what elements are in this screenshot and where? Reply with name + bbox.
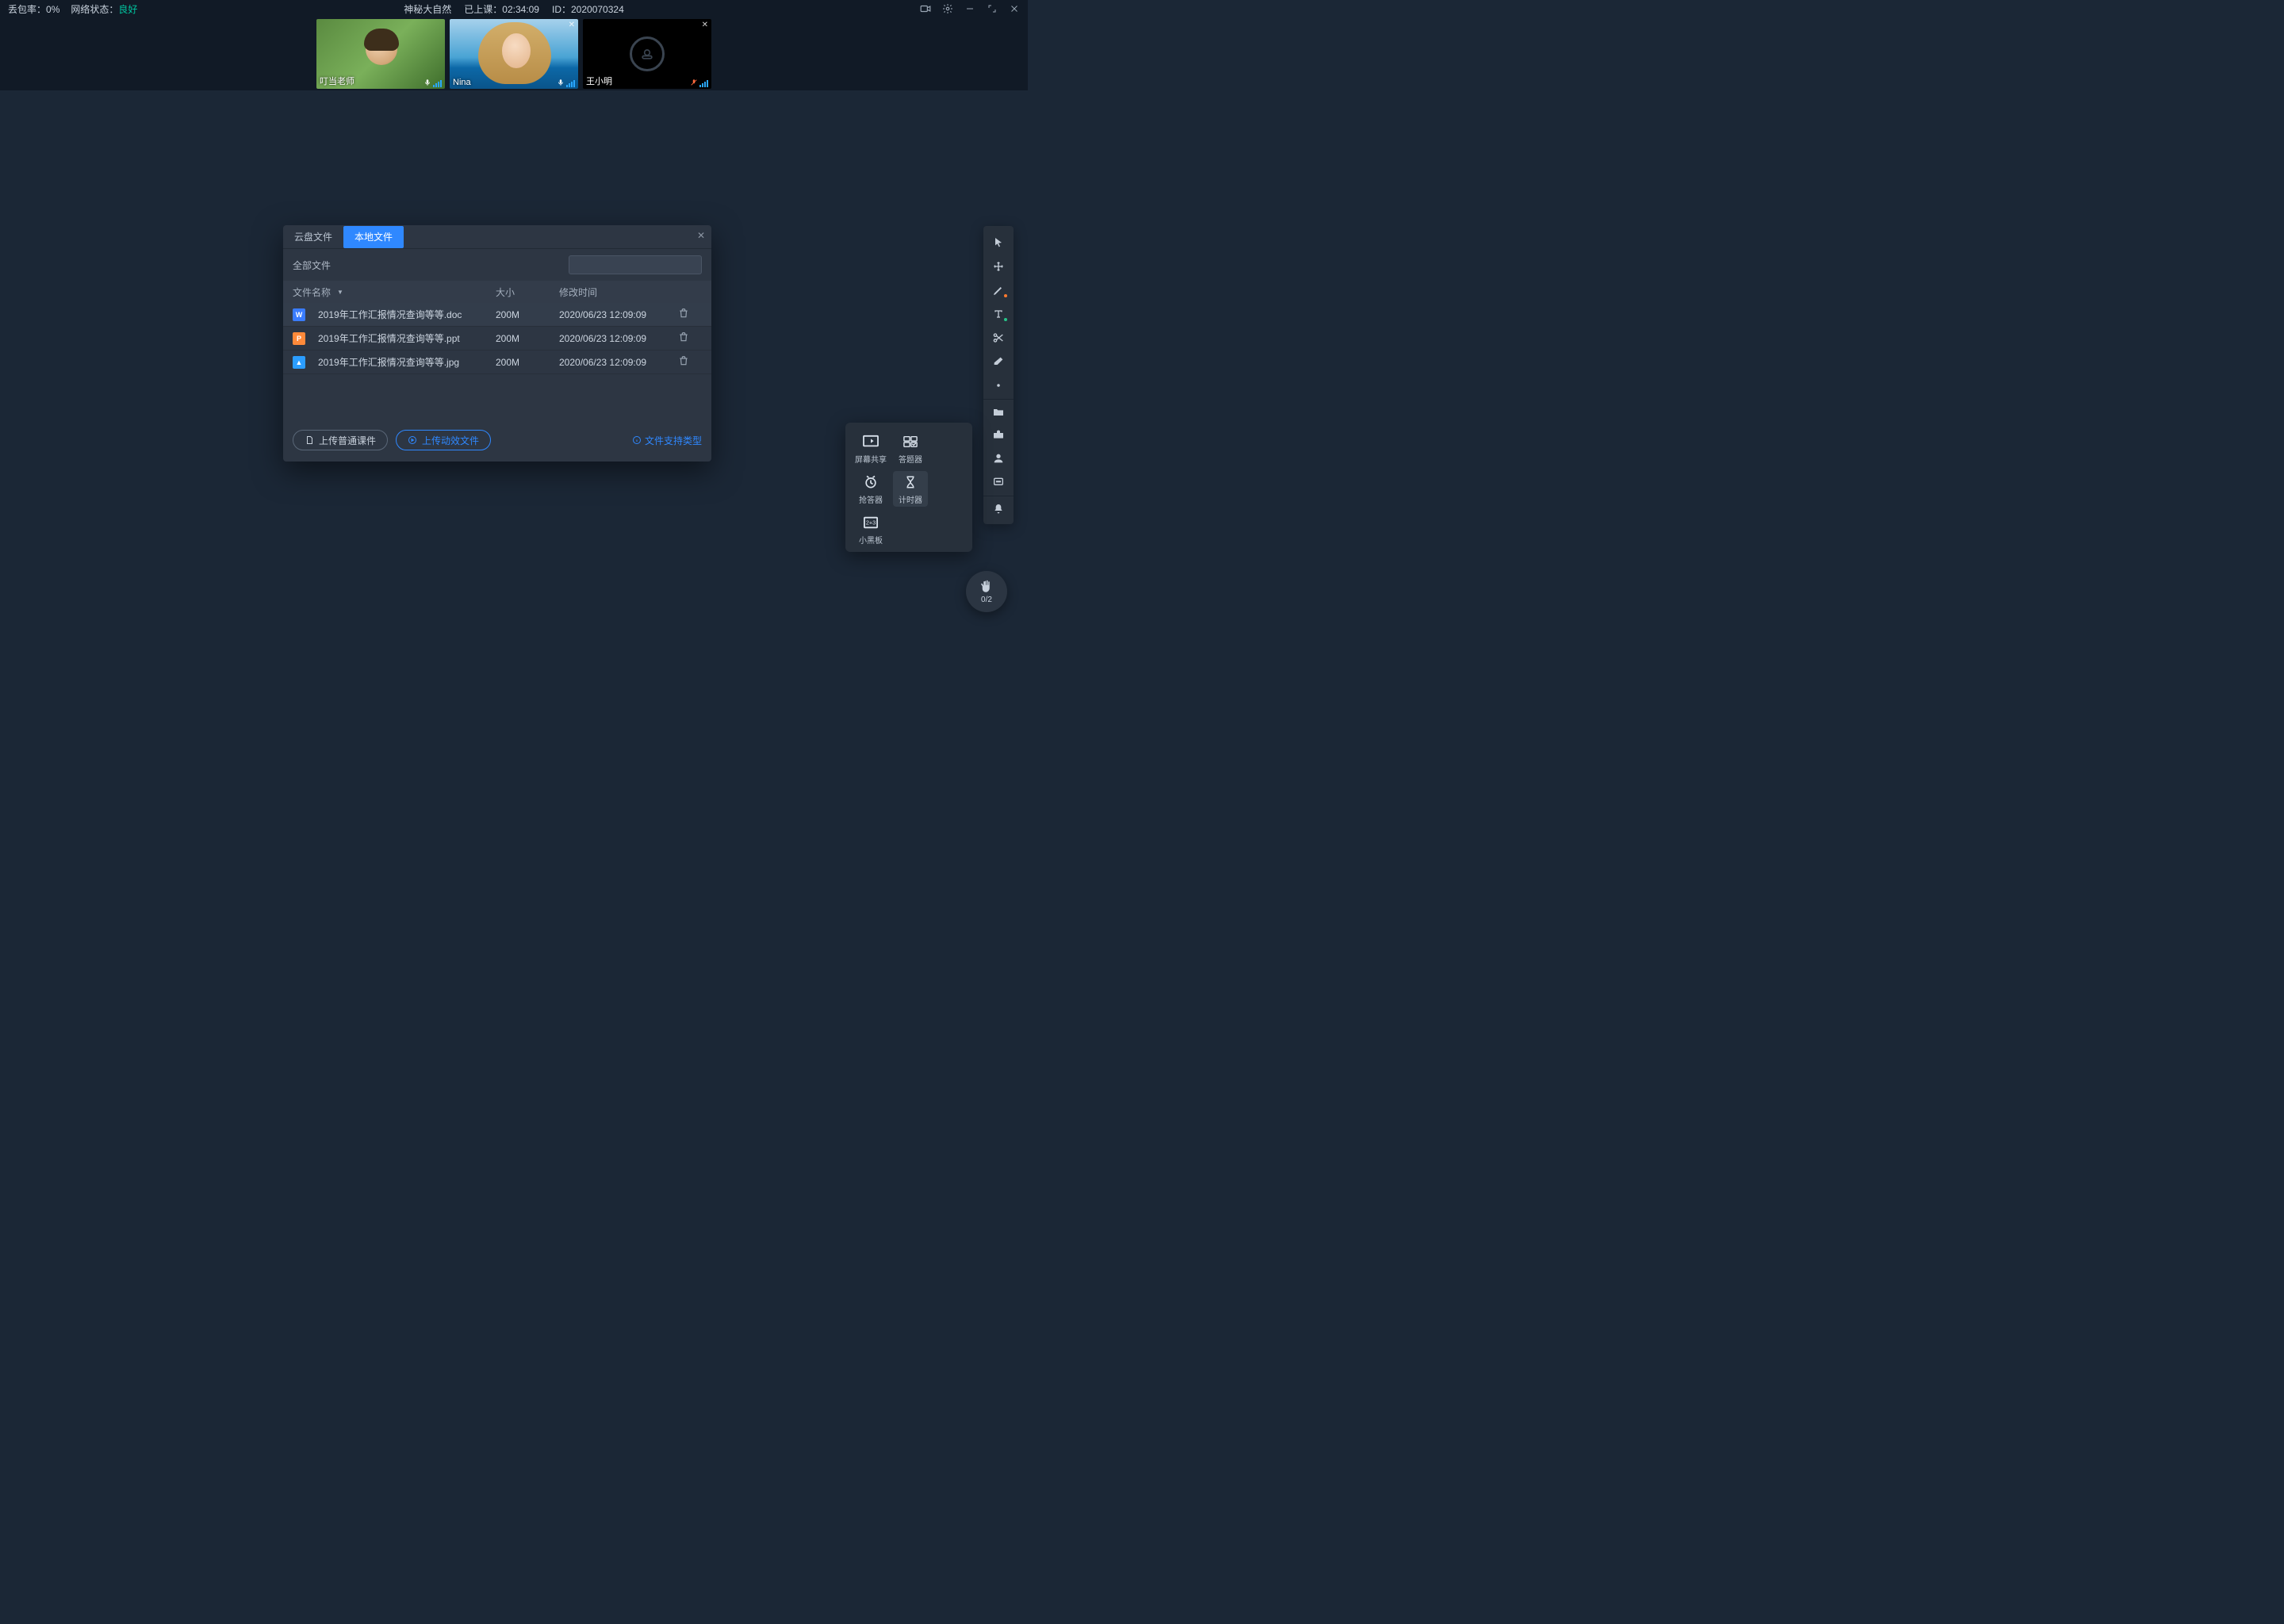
mic-status bbox=[557, 78, 575, 87]
move-tool[interactable] bbox=[987, 255, 1010, 278]
video-tile[interactable]: ✕ 王小明 bbox=[583, 19, 711, 89]
col-filename[interactable]: 文件名称▼ bbox=[293, 285, 496, 299]
video-strip: 叮当老师 ✕ Nina ✕ 王小明 bbox=[0, 17, 1028, 90]
tools-popup: 屏幕共享 答题器 抢答器 计时器 2+3 小黑板 bbox=[845, 423, 972, 552]
camera-icon[interactable] bbox=[920, 3, 931, 14]
toolbox-tool[interactable] bbox=[987, 423, 1010, 446]
mic-status-muted bbox=[690, 78, 708, 87]
table-header: 文件名称▼ 大小 修改时间 bbox=[283, 281, 711, 303]
mic-status bbox=[423, 78, 442, 87]
ppt-icon: P bbox=[293, 332, 305, 345]
laser-tool[interactable] bbox=[987, 373, 1010, 397]
pencil-tool[interactable] bbox=[987, 278, 1010, 302]
upload-normal-button[interactable]: 上传普通课件 bbox=[293, 430, 388, 450]
tool-label: 屏幕共享 bbox=[855, 453, 887, 465]
sort-caret-icon: ▼ bbox=[337, 289, 343, 296]
file-time: 2020/06/23 12:09:09 bbox=[559, 333, 678, 344]
col-size[interactable]: 大小 bbox=[496, 285, 559, 299]
video-tile[interactable]: 叮当老师 bbox=[316, 19, 445, 89]
video-tile[interactable]: ✕ Nina bbox=[450, 19, 578, 89]
scope-label[interactable]: 全部文件 bbox=[293, 259, 331, 272]
file-modal: 云盘文件 本地文件 ✕ 全部文件 文件名称▼ 大小 修改时间 W 2019年工作汇… bbox=[283, 225, 711, 462]
trash-icon[interactable] bbox=[678, 355, 689, 366]
blackboard-icon: 2+3 bbox=[860, 515, 882, 530]
tab-local-files[interactable]: 本地文件 bbox=[343, 226, 404, 248]
supported-types-link[interactable]: 文件支持类型 bbox=[632, 434, 702, 447]
col-time[interactable]: 修改时间 bbox=[559, 285, 678, 299]
raise-hand-button[interactable]: 0/2 bbox=[966, 571, 1007, 612]
quiz-icon bbox=[899, 434, 922, 450]
tool-quiz[interactable]: 答题器 bbox=[893, 431, 928, 466]
file-name: 2019年工作汇报情况查询等等.jpg bbox=[318, 355, 459, 369]
upload-dynamic-button[interactable]: 上传动效文件 bbox=[396, 430, 491, 450]
modal-tabs: 云盘文件 本地文件 ✕ bbox=[283, 225, 711, 249]
svg-text:2+3: 2+3 bbox=[866, 519, 876, 527]
tool-answerer[interactable]: 抢答器 bbox=[853, 471, 888, 507]
file-row[interactable]: P 2019年工作汇报情况查询等等.ppt 200M 2020/06/23 12:… bbox=[283, 327, 711, 350]
text-tool[interactable] bbox=[987, 302, 1010, 326]
eraser-tool[interactable] bbox=[987, 350, 1010, 373]
file-name: 2019年工作汇报情况查询等等.ppt bbox=[318, 331, 460, 345]
topbar: 丢包率：0% 网络状态：良好 神秘大自然 已上课：02:34:09 ID：202… bbox=[0, 0, 1028, 17]
maximize-icon[interactable] bbox=[987, 3, 998, 14]
pointer-tool[interactable] bbox=[987, 231, 1010, 255]
minimize-icon[interactable] bbox=[964, 3, 975, 14]
raise-hand-count: 0/2 bbox=[981, 596, 992, 604]
bell-tool[interactable] bbox=[983, 496, 1014, 519]
file-time: 2020/06/23 12:09:09 bbox=[559, 357, 678, 368]
tool-screen-share[interactable]: 屏幕共享 bbox=[853, 431, 888, 466]
tool-timer[interactable]: 计时器 bbox=[893, 471, 928, 507]
bell-clock-icon bbox=[860, 474, 882, 490]
folder-tool[interactable] bbox=[983, 399, 1014, 423]
network-status: 网络状态：良好 bbox=[71, 2, 137, 16]
tool-label: 小黑板 bbox=[859, 534, 883, 546]
participant-name: Nina bbox=[453, 78, 471, 87]
play-circle-icon bbox=[408, 435, 417, 445]
room-title: 神秘大自然 bbox=[404, 2, 451, 16]
user-tool[interactable] bbox=[987, 446, 1010, 470]
file-size: 200M bbox=[496, 333, 559, 344]
trash-icon[interactable] bbox=[678, 331, 689, 343]
file-name: 2019年工作汇报情况查询等等.doc bbox=[318, 308, 462, 321]
file-row[interactable]: ▲ 2019年工作汇报情况查询等等.jpg 200M 2020/06/23 12:… bbox=[283, 350, 711, 374]
packet-loss: 丢包率：0% bbox=[8, 2, 59, 16]
right-toolbar bbox=[983, 226, 1014, 524]
hourglass-icon bbox=[899, 474, 922, 490]
elapsed-time: 已上课：02:34:09 bbox=[464, 2, 539, 16]
file-size: 200M bbox=[496, 309, 559, 320]
close-icon[interactable]: ✕ bbox=[702, 21, 708, 29]
hand-icon bbox=[979, 580, 994, 594]
participant-name: 叮当老师 bbox=[320, 75, 354, 87]
doc-icon: W bbox=[293, 308, 305, 321]
file-time: 2020/06/23 12:09:09 bbox=[559, 309, 678, 320]
chat-tool[interactable] bbox=[987, 470, 1010, 494]
close-icon[interactable]: ✕ bbox=[697, 230, 705, 241]
info-icon bbox=[632, 435, 642, 445]
camera-off-icon bbox=[630, 36, 665, 71]
file-size: 200M bbox=[496, 357, 559, 368]
file-icon bbox=[305, 435, 314, 445]
search-input[interactable] bbox=[569, 255, 702, 274]
scissors-tool[interactable] bbox=[987, 326, 1010, 350]
tool-label: 计时器 bbox=[899, 493, 922, 505]
room-id: ID：2020070324 bbox=[552, 2, 624, 16]
file-row[interactable]: W 2019年工作汇报情况查询等等.doc 200M 2020/06/23 12:… bbox=[283, 303, 711, 327]
tool-label: 抢答器 bbox=[859, 493, 883, 505]
screen-share-icon bbox=[860, 434, 882, 450]
participant-name: 王小明 bbox=[586, 75, 612, 87]
settings-icon[interactable] bbox=[942, 3, 953, 14]
tool-label: 答题器 bbox=[899, 453, 922, 465]
search-field[interactable] bbox=[581, 259, 703, 270]
modal-footer: 上传普通课件 上传动效文件 文件支持类型 bbox=[283, 422, 711, 462]
close-icon[interactable]: ✕ bbox=[569, 21, 575, 29]
image-icon: ▲ bbox=[293, 356, 305, 369]
tool-blackboard[interactable]: 2+3 小黑板 bbox=[853, 511, 888, 547]
trash-icon[interactable] bbox=[678, 308, 689, 319]
tab-cloud-files[interactable]: 云盘文件 bbox=[283, 226, 343, 248]
close-window-icon[interactable] bbox=[1009, 3, 1020, 14]
